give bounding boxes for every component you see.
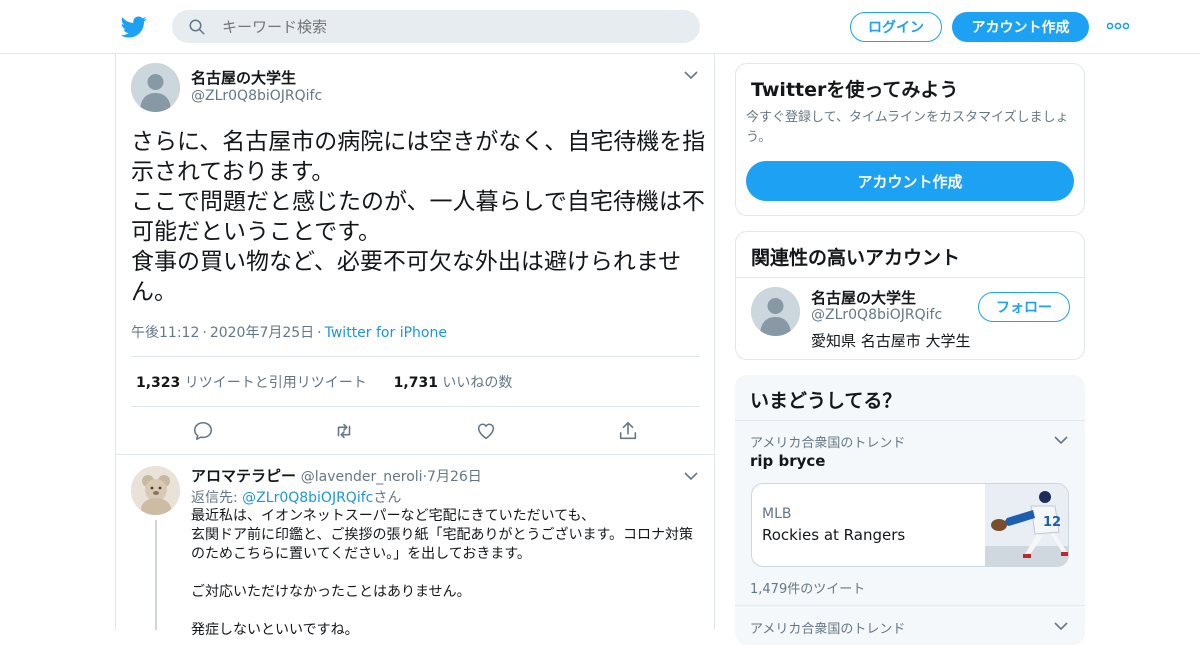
chevron-down-icon[interactable] bbox=[1054, 435, 1068, 445]
reply-paragraph: 発症しないといいですね。 bbox=[191, 622, 359, 638]
trends-card: いまどうしてる？ アメリカ合衆国のトレンド rip bryce MLB Rock… bbox=[735, 375, 1085, 645]
related-account-bio: 愛知県 名古屋市 大学生 bbox=[811, 332, 971, 350]
signup-prompt-card: Twitterを使ってみよう 今すぐ登録して、タイムラインをカスタマイズしましょ… bbox=[735, 63, 1085, 216]
related-accounts-card: 関連性の高いアカウント 名古屋の大学生 @ZLr0Q8biOJRQifc 愛知県… bbox=[735, 231, 1085, 360]
news-headline: Rockies at Rangers bbox=[762, 526, 906, 544]
tweet-text-line: 食事の買い物など、必要不可欠な外出は避けられません。 bbox=[131, 249, 682, 305]
signup-button[interactable]: アカウント作成 bbox=[952, 12, 1089, 42]
search-bar[interactable] bbox=[172, 10, 700, 43]
create-account-button[interactable]: アカウント作成 bbox=[746, 161, 1074, 201]
reply-paragraph: 最近私は、イオンネットスーパーなど宅配にきていただいても、 玄関ドア前に印鑑と、… bbox=[191, 508, 694, 562]
card-title: いまどうしてる？ bbox=[750, 390, 902, 412]
twitter-bird-icon[interactable] bbox=[121, 14, 147, 40]
search-icon bbox=[189, 19, 205, 35]
thread-connector-line bbox=[155, 520, 157, 630]
baseball-player-thumbnail: 12 bbox=[985, 484, 1068, 566]
reply-icon[interactable] bbox=[192, 420, 214, 442]
teddy-bear-avatar-icon bbox=[131, 466, 180, 515]
top-navigation-bar: ログイン アカウント作成 bbox=[0, 0, 1200, 54]
trend-news-card[interactable]: MLB Rockies at Rangers 12 bbox=[751, 483, 1069, 567]
share-icon[interactable] bbox=[617, 420, 639, 442]
tweet-stats: 1,323 リツイートと引用リツイート 1,731 いいねの数 bbox=[136, 372, 512, 392]
divider bbox=[735, 605, 1085, 606]
avatar[interactable] bbox=[131, 466, 180, 515]
avatar[interactable] bbox=[131, 63, 180, 112]
retweet-stat[interactable]: 1,323 リツイートと引用リツイート bbox=[136, 375, 367, 391]
trend-tweet-count: 1,479件のツイート bbox=[750, 582, 866, 597]
chevron-down-icon[interactable] bbox=[684, 471, 698, 481]
reply-to-handle-link[interactable]: @ZLr0Q8biOJRQifc bbox=[242, 490, 373, 506]
tweet-metadata: 午後11:12 · 2020年7月25日 · Twitter for iPhone bbox=[131, 325, 447, 341]
divider bbox=[736, 277, 1084, 278]
tweet-source-link[interactable]: Twitter for iPhone bbox=[325, 325, 447, 341]
divider bbox=[131, 356, 700, 357]
reply-text: 最近私は、イオンネットスーパーなど宅配にきていただいても、 玄関ドア前に印鑑と、… bbox=[191, 507, 706, 640]
retweet-icon[interactable] bbox=[333, 420, 355, 442]
search-input[interactable] bbox=[222, 10, 682, 43]
avatar[interactable] bbox=[751, 287, 800, 336]
trend-context: アメリカ合衆国のトレンド bbox=[750, 622, 906, 637]
related-account-handle[interactable]: @ZLr0Q8biOJRQifc bbox=[811, 307, 942, 323]
chevron-down-icon[interactable] bbox=[684, 70, 698, 80]
tweet-text-line: ここで問題だと感じたのが、一人暮らしで自宅待機は不可能だということです。 bbox=[131, 189, 705, 245]
tweet-author-handle[interactable]: @ZLr0Q8biOJRQifc bbox=[191, 88, 322, 104]
tweet-text: さらに、名古屋市の病院には空きがなく、自宅待機を指示されております。 ここで問題… bbox=[131, 127, 706, 307]
reply-date[interactable]: 7月26日 bbox=[427, 469, 482, 485]
reply-author-line: アロマテラピー @lavender_neroli·7月26日 bbox=[191, 467, 482, 485]
related-account-name[interactable]: 名古屋の大学生 bbox=[811, 287, 916, 308]
reply-to-line: 返信先: @ZLr0Q8biOJRQifcさん bbox=[191, 490, 402, 506]
follow-button[interactable]: フォロー bbox=[978, 292, 1070, 322]
card-title: Twitterを使ってみよう bbox=[751, 79, 959, 101]
news-category: MLB bbox=[762, 506, 792, 522]
divider bbox=[116, 454, 714, 455]
more-options-icon[interactable] bbox=[1107, 22, 1129, 30]
reply-author-name[interactable]: アロマテラピー bbox=[191, 467, 296, 485]
like-heart-icon[interactable] bbox=[475, 420, 497, 442]
trend-name[interactable]: rip bryce bbox=[750, 452, 825, 470]
divider bbox=[131, 406, 700, 407]
svg-text:12: 12 bbox=[1043, 515, 1061, 530]
login-button[interactable]: ログイン bbox=[850, 12, 942, 42]
divider bbox=[735, 420, 1085, 421]
tweet-time[interactable]: 午後11:12 bbox=[131, 325, 199, 341]
tweet-author-name[interactable]: 名古屋の大学生 bbox=[191, 67, 296, 88]
tweet-text-line: さらに、名古屋市の病院には空きがなく、自宅待機を指示されております。 bbox=[131, 129, 706, 185]
trend-context: アメリカ合衆国のトレンド bbox=[750, 436, 906, 451]
default-avatar-icon bbox=[751, 287, 800, 336]
default-avatar-icon bbox=[131, 63, 180, 112]
like-stat[interactable]: 1,731 いいねの数 bbox=[394, 375, 513, 391]
reply-author-handle[interactable]: @lavender_neroli bbox=[301, 469, 423, 485]
reply-paragraph: ご対応いただけなかったことはありません。 bbox=[191, 584, 471, 600]
main-timeline-column: 名古屋の大学生 @ZLr0Q8biOJRQifc さらに、名古屋市の病院には空き… bbox=[115, 54, 715, 638]
card-title: 関連性の高いアカウント bbox=[751, 247, 961, 269]
card-subtitle: 今すぐ登録して、タイムラインをカスタマイズしましょう。 bbox=[746, 110, 1069, 145]
tweet-date[interactable]: 2020年7月25日 bbox=[210, 325, 314, 341]
